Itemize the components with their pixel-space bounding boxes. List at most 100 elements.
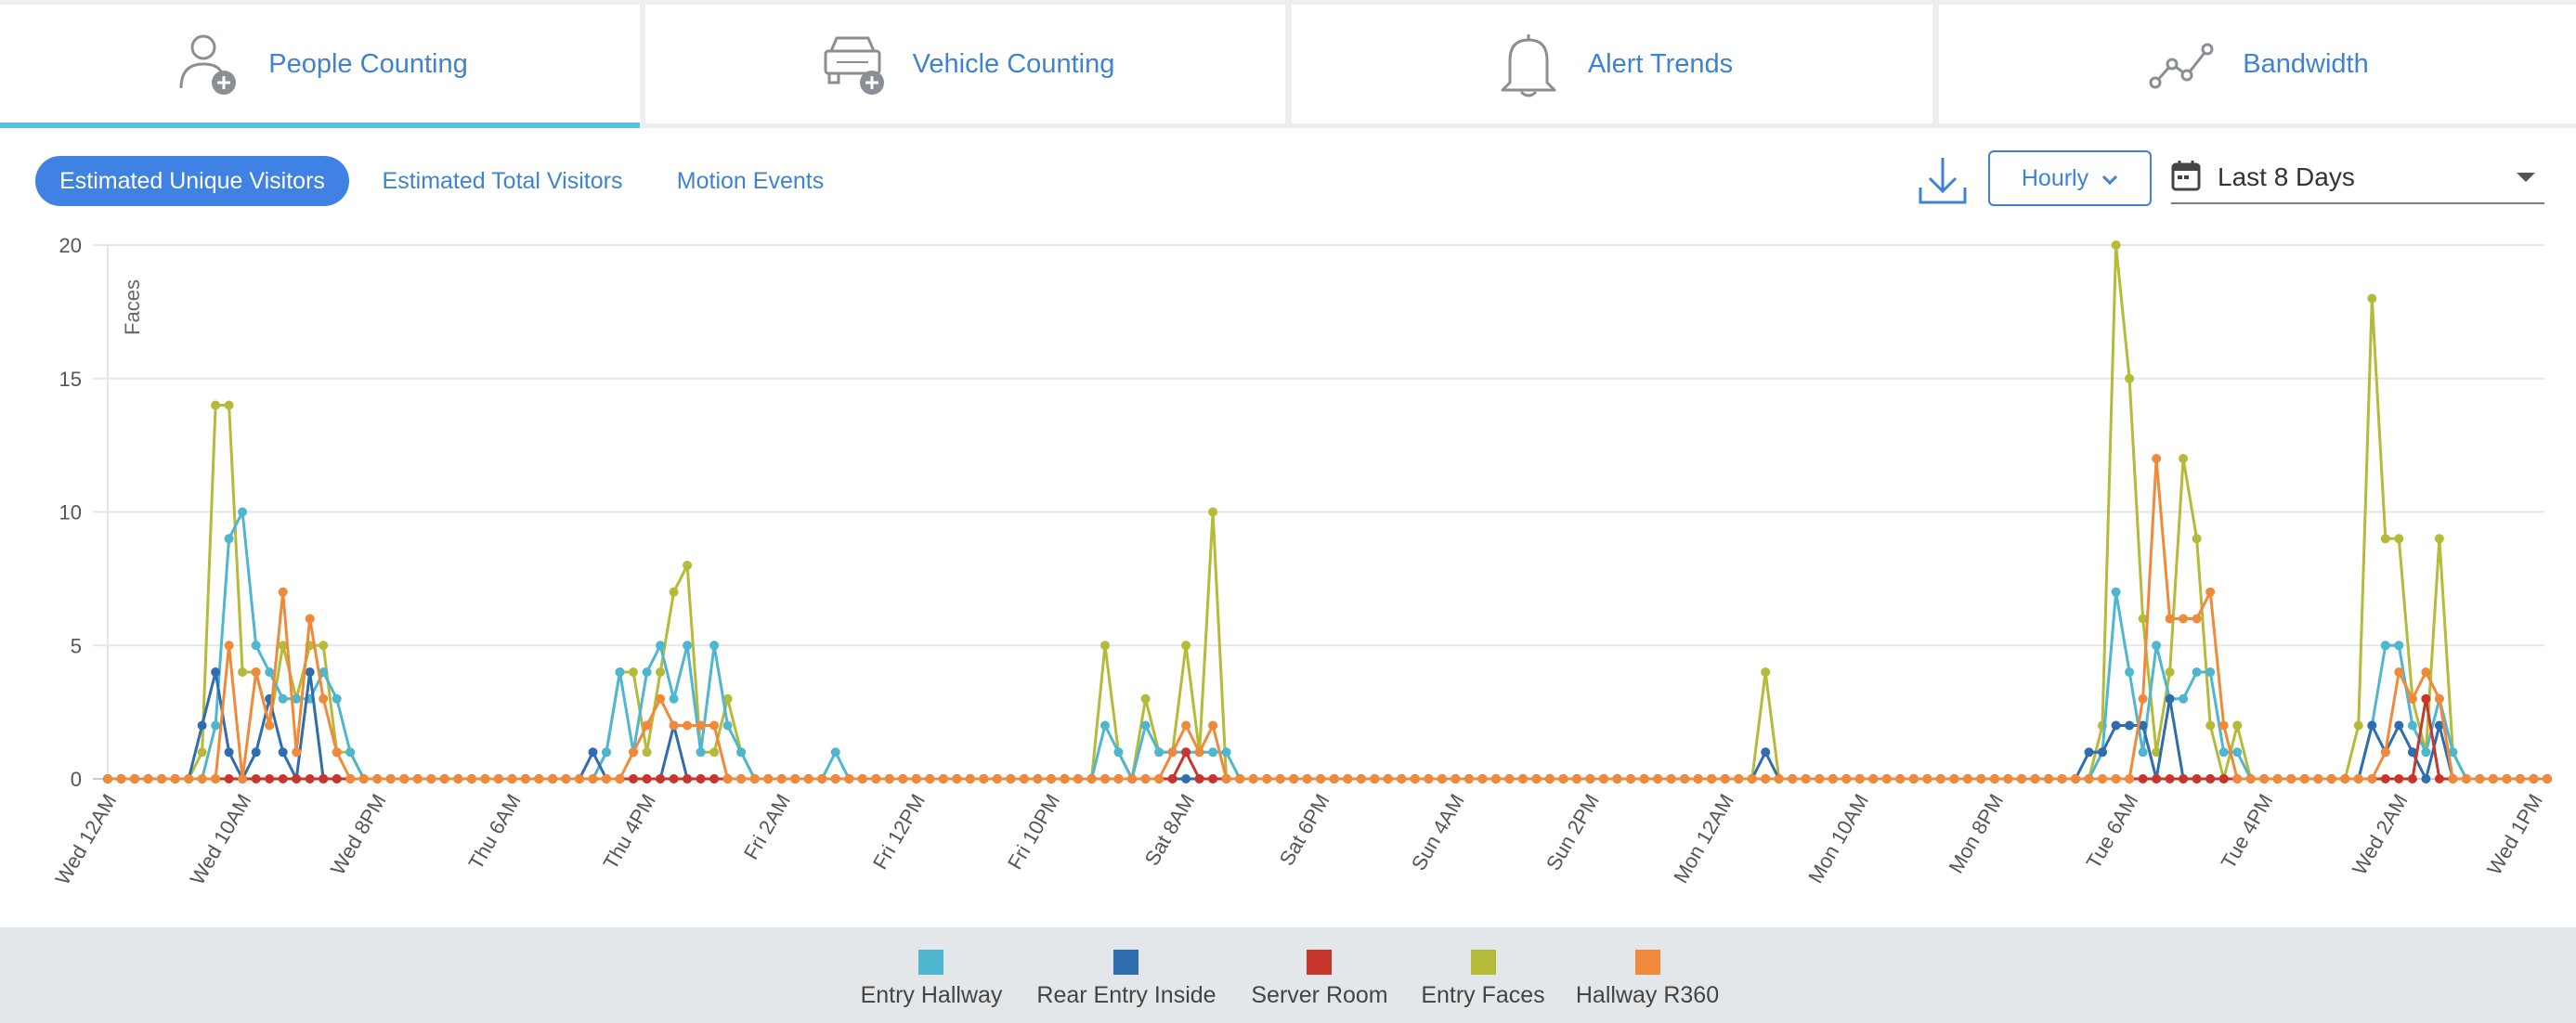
tab-alert-trends[interactable]: Alert Trends: [1292, 5, 1932, 123]
data-point[interactable]: [224, 534, 234, 544]
data-point[interactable]: [938, 774, 948, 783]
data-point[interactable]: [1167, 747, 1177, 758]
data-point[interactable]: [2218, 774, 2229, 783]
data-point[interactable]: [2071, 774, 2080, 783]
data-point[interactable]: [736, 774, 747, 783]
data-point[interactable]: [507, 774, 517, 783]
data-point[interactable]: [709, 774, 720, 783]
data-point[interactable]: [1734, 774, 1744, 783]
data-point[interactable]: [844, 774, 854, 783]
data-point[interactable]: [1989, 774, 1999, 783]
data-point[interactable]: [2326, 774, 2336, 783]
data-point[interactable]: [588, 747, 598, 758]
data-point[interactable]: [1720, 774, 1730, 783]
data-point[interactable]: [736, 747, 747, 758]
data-point[interactable]: [358, 774, 369, 783]
data-point[interactable]: [1194, 747, 1204, 758]
data-point[interactable]: [642, 774, 652, 783]
segment-estimated-total-visitors[interactable]: Estimated Total Visitors: [364, 156, 641, 206]
data-point[interactable]: [2407, 720, 2417, 731]
data-point[interactable]: [2111, 774, 2121, 783]
data-point[interactable]: [2421, 693, 2431, 704]
data-point[interactable]: [1949, 774, 1959, 783]
data-point[interactable]: [2245, 774, 2256, 783]
data-point[interactable]: [669, 587, 679, 597]
data-point[interactable]: [561, 774, 571, 783]
data-point[interactable]: [2111, 587, 2121, 597]
data-point[interactable]: [265, 720, 275, 731]
data-point[interactable]: [629, 747, 638, 758]
data-point[interactable]: [2421, 667, 2431, 677]
data-point[interactable]: [345, 774, 356, 783]
data-point[interactable]: [2502, 774, 2512, 783]
data-point[interactable]: [2205, 667, 2216, 677]
data-point[interactable]: [830, 774, 840, 783]
data-point[interactable]: [1976, 774, 1986, 783]
data-point[interactable]: [211, 667, 221, 677]
data-point[interactable]: [1761, 667, 1771, 677]
data-point[interactable]: [2367, 293, 2377, 304]
data-point[interactable]: [197, 720, 207, 731]
data-point[interactable]: [1383, 774, 1393, 783]
data-point[interactable]: [749, 774, 760, 783]
data-point[interactable]: [2299, 774, 2309, 783]
data-point[interactable]: [2138, 747, 2148, 758]
data-point[interactable]: [2030, 774, 2040, 783]
data-point[interactable]: [1235, 774, 1245, 783]
data-point[interactable]: [2475, 774, 2485, 783]
data-point[interactable]: [1248, 774, 1258, 783]
data-point[interactable]: [399, 774, 410, 783]
data-point[interactable]: [1343, 774, 1353, 783]
data-point[interactable]: [1908, 774, 1919, 783]
data-point[interactable]: [871, 774, 881, 783]
data-point[interactable]: [696, 774, 706, 783]
data-point[interactable]: [1464, 774, 1474, 783]
data-point[interactable]: [2003, 774, 2013, 783]
tab-vehicle-counting[interactable]: Vehicle Counting: [645, 5, 1285, 123]
data-point[interactable]: [548, 774, 557, 783]
data-point[interactable]: [1181, 641, 1191, 651]
data-point[interactable]: [2218, 720, 2229, 731]
data-point[interactable]: [1815, 774, 1825, 783]
data-point[interactable]: [332, 747, 342, 758]
legend-item-hallway-r360[interactable]: Hallway R360: [1576, 950, 1719, 1009]
data-point[interactable]: [2125, 720, 2135, 731]
data-point[interactable]: [602, 747, 611, 758]
data-point[interactable]: [2353, 774, 2363, 783]
data-point[interactable]: [1113, 774, 1124, 783]
data-point[interactable]: [292, 747, 302, 758]
data-point[interactable]: [238, 507, 248, 517]
data-point[interactable]: [265, 774, 275, 783]
data-point[interactable]: [1221, 747, 1231, 758]
legend-item-entry-hallway[interactable]: Entry Hallway: [861, 950, 1002, 1009]
data-point[interactable]: [2232, 774, 2243, 783]
data-point[interactable]: [480, 774, 490, 783]
data-point[interactable]: [2380, 774, 2390, 783]
data-point[interactable]: [2057, 774, 2067, 783]
legend-item-entry-faces[interactable]: Entry Faces: [1421, 950, 1545, 1009]
data-point[interactable]: [1504, 774, 1515, 783]
data-point[interactable]: [1410, 774, 1420, 783]
data-point[interactable]: [2152, 641, 2162, 651]
data-point[interactable]: [2179, 774, 2189, 783]
data-point[interactable]: [2138, 774, 2148, 783]
data-point[interactable]: [722, 720, 733, 731]
legend-item-server-room[interactable]: Server Room: [1251, 950, 1388, 1009]
data-point[interactable]: [1154, 774, 1164, 783]
data-point[interactable]: [2394, 641, 2404, 651]
data-point[interactable]: [1572, 774, 1581, 783]
data-point[interactable]: [683, 774, 693, 783]
data-point[interactable]: [157, 774, 167, 783]
data-point[interactable]: [2098, 774, 2107, 783]
legend-item-rear-entry-inside[interactable]: Rear Entry Inside: [1036, 950, 1216, 1009]
data-point[interactable]: [602, 774, 611, 783]
data-point[interactable]: [683, 561, 693, 570]
data-point[interactable]: [224, 747, 234, 758]
data-point[interactable]: [1275, 774, 1285, 783]
data-point[interactable]: [776, 774, 787, 783]
data-point[interactable]: [575, 774, 584, 783]
data-point[interactable]: [1397, 774, 1407, 783]
data-point[interactable]: [278, 774, 288, 783]
data-point[interactable]: [656, 693, 666, 704]
data-point[interactable]: [372, 774, 383, 783]
